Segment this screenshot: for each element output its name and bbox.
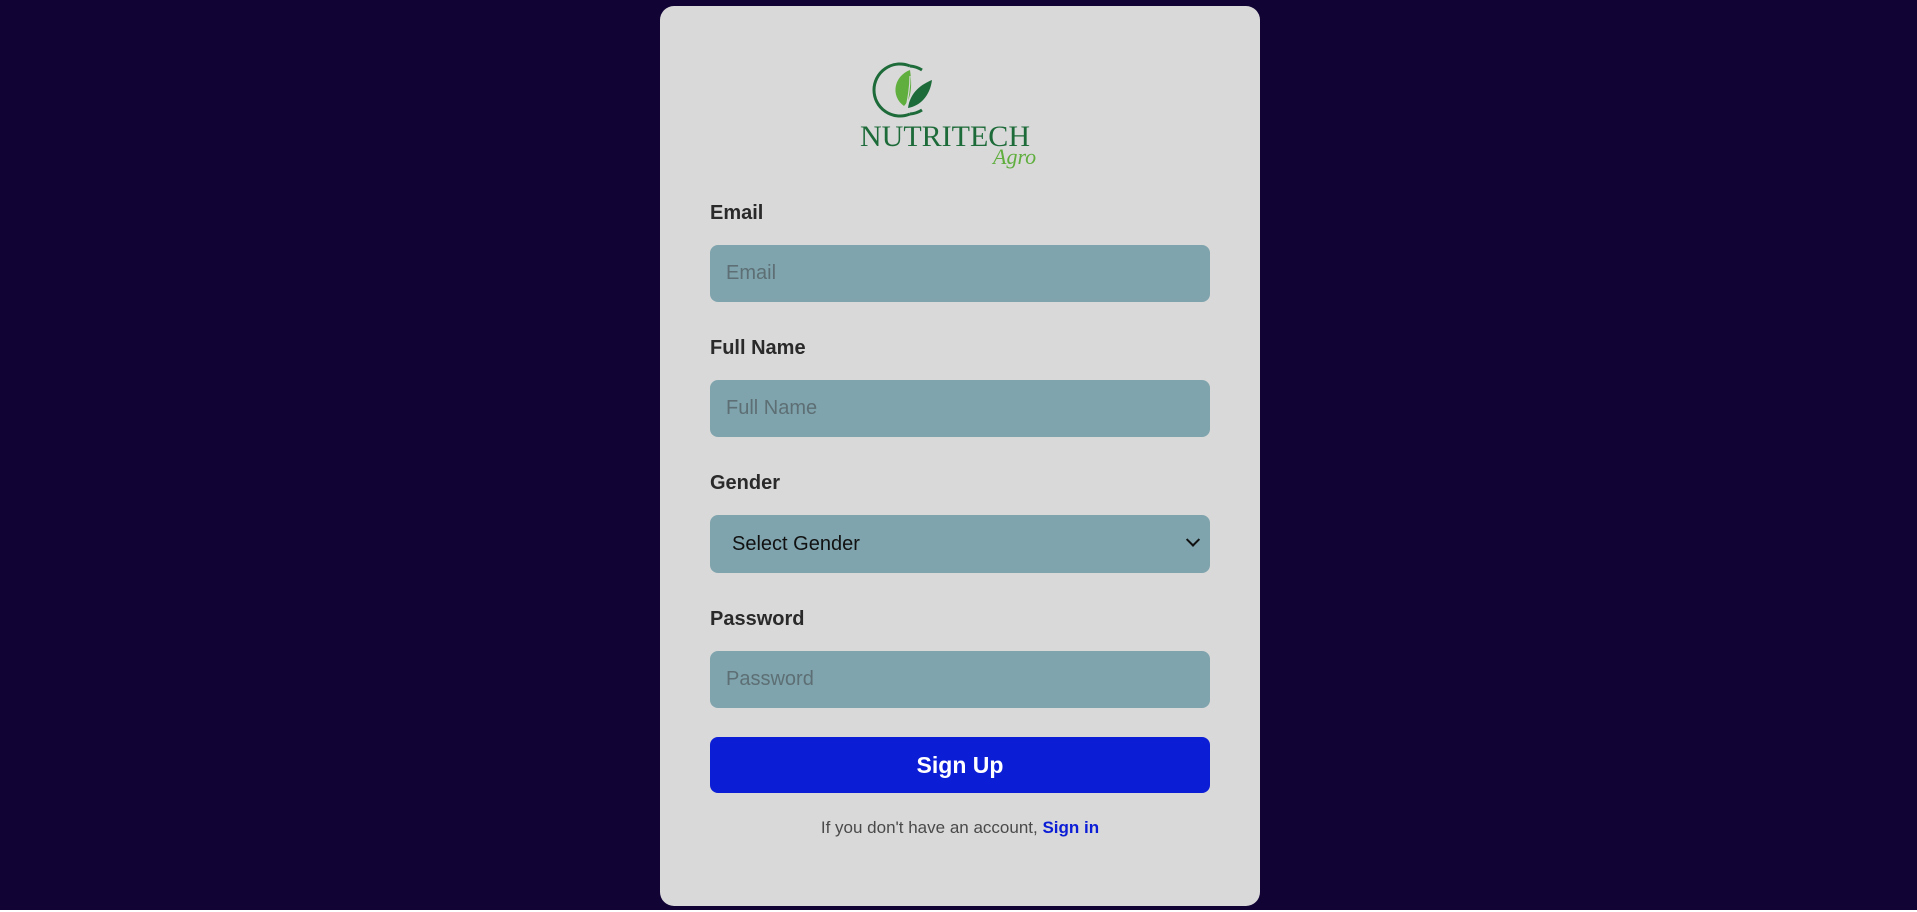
- email-label: Email: [710, 202, 764, 224]
- gender-label: Gender: [710, 472, 781, 494]
- chevron-down-icon: [1185, 532, 1201, 547]
- gender-select[interactable]: Select Gender: [710, 515, 1210, 573]
- password-label: Password: [710, 608, 805, 630]
- sign-in-link[interactable]: Sign in: [1042, 818, 1099, 837]
- email-input[interactable]: [710, 245, 1210, 302]
- password-input[interactable]: [710, 651, 1210, 708]
- sign-up-button[interactable]: Sign Up: [710, 737, 1210, 793]
- signin-prompt-text: If you don't have an account,: [820, 818, 1043, 837]
- full-name-input[interactable]: [710, 380, 1210, 437]
- page-background: NUTRITECH Agro Email Full Name Gender Se…: [0, 0, 1917, 910]
- leaf-icon: NUTRITECH Agro: [860, 62, 1036, 169]
- gender-select-value: Select Gender: [732, 532, 860, 555]
- signin-prompt: If you don't have an account, Sign in: [660, 818, 1260, 838]
- full-name-label: Full Name: [710, 337, 806, 359]
- logo-text-sub: Agro: [991, 144, 1036, 169]
- brand-logo: NUTRITECH Agro: [860, 58, 1060, 174]
- signup-card: NUTRITECH Agro Email Full Name Gender Se…: [660, 6, 1260, 906]
